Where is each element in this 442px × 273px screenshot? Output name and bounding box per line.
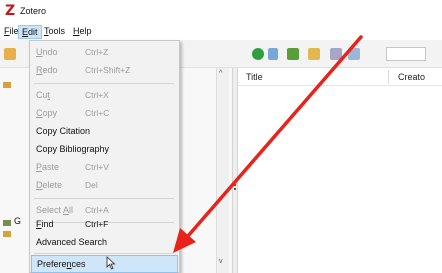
annotation-arrow-icon: [173, 35, 363, 253]
